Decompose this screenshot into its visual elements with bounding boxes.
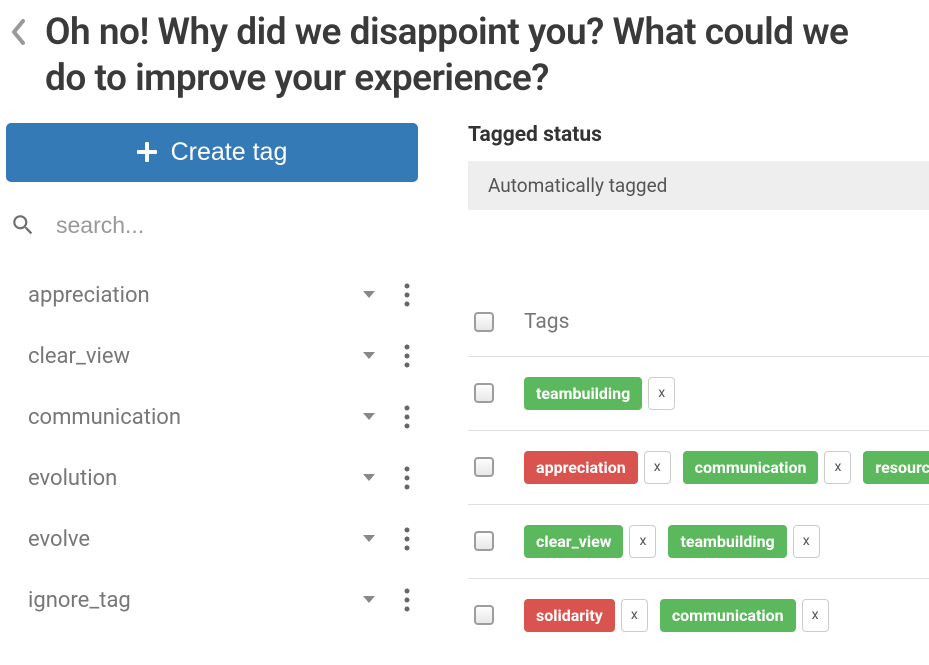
tagged-status-heading: Tagged status: [468, 123, 929, 147]
caret-down-icon[interactable]: [362, 412, 376, 422]
row-checkbox[interactable]: [474, 531, 494, 551]
chip-remove-button[interactable]: x: [629, 525, 656, 558]
chip-label: clear_view: [524, 525, 623, 558]
kebab-menu-icon[interactable]: [404, 588, 410, 612]
sidebar-tag-label: clear_view: [28, 344, 130, 369]
sidebar-tag-item[interactable]: appreciation: [6, 265, 418, 326]
tag-row: appreciation x communication x resources…: [468, 431, 929, 505]
tag-chip[interactable]: resources x: [863, 451, 929, 484]
sidebar-tag-label: evolution: [28, 466, 117, 491]
back-button[interactable]: [10, 18, 27, 50]
create-tag-label: Create tag: [171, 138, 288, 167]
search-row: [6, 212, 418, 239]
sidebar-tag-label: appreciation: [28, 283, 150, 308]
search-icon: [10, 212, 36, 238]
kebab-menu-icon[interactable]: [404, 527, 410, 551]
tag-rows-container: teambuilding x appreciation x communicat…: [468, 357, 929, 632]
tag-chip[interactable]: communication x: [660, 599, 829, 632]
chip-label: solidarity: [524, 599, 615, 632]
row-checkbox[interactable]: [474, 605, 494, 625]
chip-remove-button[interactable]: x: [824, 451, 851, 484]
sidebar-tag-label: ignore_tag: [28, 588, 131, 613]
row-checkbox[interactable]: [474, 457, 494, 477]
search-input[interactable]: [56, 212, 418, 239]
tags-column-header: Tags: [524, 310, 569, 334]
select-all-checkbox[interactable]: [474, 312, 494, 332]
row-checkbox[interactable]: [474, 383, 494, 403]
create-tag-button[interactable]: Create tag: [6, 123, 418, 182]
caret-down-icon[interactable]: [362, 595, 376, 605]
tag-chip[interactable]: clear_view x: [524, 525, 656, 558]
chips-container: appreciation x communication x resources…: [524, 451, 929, 484]
tag-row: solidarity x communication x: [468, 579, 929, 632]
kebab-menu-icon[interactable]: [404, 344, 410, 368]
caret-down-icon[interactable]: [362, 290, 376, 300]
chip-label: teambuilding: [524, 377, 642, 410]
chip-label: appreciation: [524, 451, 638, 484]
tagged-status-value[interactable]: Automatically tagged: [468, 161, 929, 210]
tag-chip[interactable]: teambuilding x: [524, 377, 675, 410]
chip-remove-button[interactable]: x: [648, 377, 675, 410]
tag-chip[interactable]: appreciation x: [524, 451, 671, 484]
caret-down-icon[interactable]: [362, 351, 376, 361]
sidebar-tag-item[interactable]: communication: [6, 387, 418, 448]
chip-remove-button[interactable]: x: [621, 599, 648, 632]
sidebar-tag-item[interactable]: evolve: [6, 509, 418, 570]
chip-label: communication: [660, 599, 796, 632]
kebab-menu-icon[interactable]: [404, 466, 410, 490]
tag-row: teambuilding x: [468, 357, 929, 431]
chips-container: teambuilding x: [524, 377, 675, 410]
tags-header: Tags: [468, 310, 929, 357]
chip-remove-button[interactable]: x: [793, 525, 820, 558]
plus-icon: [137, 142, 157, 162]
page-title: Oh no! Why did we disappoint you? What c…: [45, 10, 865, 103]
tag-chip[interactable]: communication x: [683, 451, 852, 484]
tag-chip[interactable]: solidarity x: [524, 599, 648, 632]
sidebar-tag-item[interactable]: clear_view: [6, 326, 418, 387]
chevron-left-icon: [10, 18, 27, 46]
sidebar-tag-list: appreciation clear_view communication ev…: [6, 265, 418, 631]
caret-down-icon[interactable]: [362, 473, 376, 483]
chip-label: resources: [863, 451, 929, 484]
tag-row: clear_view x teambuilding x: [468, 505, 929, 579]
sidebar-tag-label: evolve: [28, 527, 90, 552]
sidebar-tag-item[interactable]: evolution: [6, 448, 418, 509]
kebab-menu-icon[interactable]: [404, 405, 410, 429]
chip-remove-button[interactable]: x: [644, 451, 671, 484]
kebab-menu-icon[interactable]: [404, 283, 410, 307]
sidebar-tag-label: communication: [28, 405, 181, 430]
chips-container: solidarity x communication x: [524, 599, 829, 632]
caret-down-icon[interactable]: [362, 534, 376, 544]
tag-chip[interactable]: teambuilding x: [668, 525, 819, 558]
chip-remove-button[interactable]: x: [802, 599, 829, 632]
chip-label: teambuilding: [668, 525, 786, 558]
chip-label: communication: [683, 451, 819, 484]
chips-container: clear_view x teambuilding x: [524, 525, 820, 558]
sidebar-tag-item[interactable]: ignore_tag: [6, 570, 418, 631]
